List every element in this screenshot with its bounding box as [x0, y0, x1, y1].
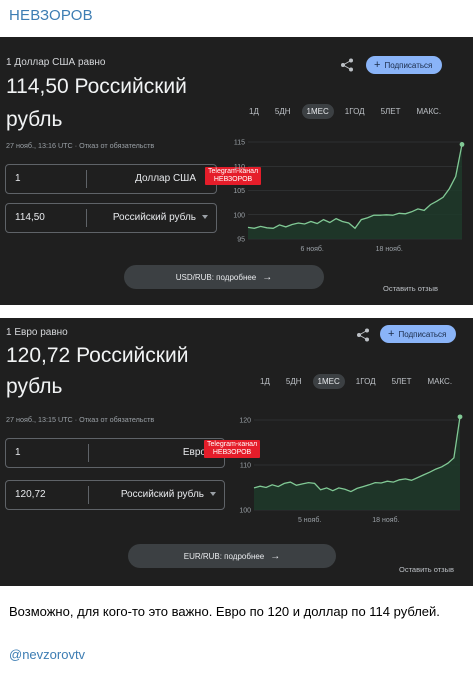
timestamp-disclaimer: 27 нояб., 13:15 UTC · Отказ от обязатель… — [6, 415, 155, 424]
details-label: EUR/RUB: подробнее — [183, 551, 265, 561]
current-point — [457, 414, 463, 420]
chart-svg: 95 100 105 110 115 6 нояб. 18 нояб. — [233, 140, 465, 253]
tab-range-1m[interactable]: 1МЕС — [301, 104, 334, 119]
converted-value-line2: рубль — [6, 108, 63, 131]
y-tick-label: 105 — [233, 188, 245, 195]
chart-svg: 100 110 120 5 нояб. 18 нояб. — [239, 414, 463, 524]
current-point — [459, 142, 465, 147]
tab-range-1d[interactable]: 1Д — [255, 374, 275, 389]
amount-input[interactable]: 1 — [15, 173, 21, 184]
result-input-row[interactable]: 120,72 Российский рубль — [5, 480, 225, 510]
x-tick-label: 18 нояб. — [372, 516, 399, 524]
series-area — [254, 416, 460, 510]
arrow-right-icon: → — [270, 550, 281, 562]
channel-handle-link[interactable]: @nevzorovtv — [9, 647, 85, 662]
converted-value-line2: рубль — [6, 375, 63, 398]
x-tick-label: 5 нояб. — [298, 516, 321, 524]
currency-select[interactable]: Российский рубль — [113, 212, 196, 223]
price-chart[interactable]: 100 110 120 5 нояб. 18 нояб. — [234, 410, 466, 530]
tab-range-1y[interactable]: 1ГОД — [340, 104, 370, 119]
chevron-down-icon[interactable] — [210, 492, 216, 496]
arrow-right-icon: → — [262, 271, 273, 283]
y-tick-label: 100 — [239, 508, 251, 515]
plus-icon: + — [374, 58, 381, 71]
details-button[interactable]: USD/RUB: подробнее → — [124, 265, 324, 289]
field-divider — [86, 170, 87, 188]
plus-icon: + — [388, 327, 395, 340]
price-chart[interactable]: 95 100 105 110 115 6 нояб. 18 нояб. — [228, 134, 468, 259]
post-text: Возможно, для кого-то это важно. Евро по… — [9, 604, 440, 619]
subscribe-label: Подписаться — [384, 60, 433, 70]
field-divider — [86, 209, 87, 227]
currency-select[interactable]: Российский рубль — [121, 489, 204, 500]
subscribe-button[interactable]: + Подписаться — [380, 325, 457, 343]
tab-range-5d[interactable]: 5ДН — [270, 104, 296, 119]
y-tick-label: 110 — [234, 164, 245, 171]
tab-range-5y[interactable]: 5ЛЕТ — [387, 374, 417, 389]
tab-range-1d[interactable]: 1Д — [244, 104, 264, 119]
equals-label: 1 Доллар США равно — [6, 57, 106, 68]
field-divider — [88, 486, 89, 504]
field-divider — [88, 444, 89, 462]
y-tick-label: 110 — [240, 463, 251, 470]
tab-range-max[interactable]: МАКС. — [422, 374, 457, 389]
result-input[interactable]: 114,50 — [15, 212, 45, 223]
subscribe-label: Подписаться — [398, 329, 447, 339]
share-icon[interactable] — [356, 328, 370, 342]
tab-range-1m[interactable]: 1МЕС — [312, 374, 345, 389]
feedback-link[interactable]: Оставить отзыв — [383, 284, 438, 293]
result-input[interactable]: 120,72 — [15, 489, 46, 500]
tab-range-5d[interactable]: 5ДН — [281, 374, 307, 389]
converted-value-line1: 120,72 Российский — [6, 344, 189, 367]
y-tick-label: 120 — [239, 418, 251, 425]
feedback-link[interactable]: Оставить отзыв — [399, 565, 454, 574]
result-input-row[interactable]: 114,50 Российский рубль — [5, 203, 217, 233]
y-tick-label: 115 — [234, 140, 245, 147]
equals-label: 1 Евро равно — [6, 327, 68, 338]
x-tick-label: 18 нояб. — [376, 245, 403, 253]
range-tabs: 1Д 5ДН 1МЕС 1ГОД 5ЛЕТ МАКС. — [244, 104, 452, 119]
y-tick-label: 100 — [233, 212, 245, 219]
currency-card-eur: 1 Евро равно 120,72 Российский рубль 27 … — [0, 318, 473, 586]
tab-range-1y[interactable]: 1ГОД — [351, 374, 381, 389]
currency-select[interactable]: Доллар США — [135, 173, 196, 184]
amount-input[interactable]: 1 — [15, 447, 21, 458]
share-icon[interactable] — [340, 58, 354, 72]
details-label: USD/RUB: подробнее — [175, 272, 257, 282]
y-tick-label: 95 — [237, 237, 245, 244]
amount-input-row[interactable]: 1 Доллар США — [5, 164, 217, 194]
timestamp-disclaimer: 27 нояб., 13:16 UTC · Отказ от обязатель… — [6, 141, 155, 150]
channel-name[interactable]: НЕВЗОРОВ — [9, 7, 93, 24]
amount-input-row[interactable]: 1 Евро — [5, 438, 225, 468]
currency-card-usd: 1 Доллар США равно 114,50 Российский руб… — [0, 37, 473, 305]
currency-select[interactable]: Евро — [183, 447, 206, 458]
converted-value-line1: 114,50 Российский — [6, 75, 187, 98]
tab-range-5y[interactable]: 5ЛЕТ — [376, 104, 406, 119]
x-tick-label: 6 нояб. — [301, 245, 324, 253]
tab-range-max[interactable]: МАКС. — [411, 104, 446, 119]
subscribe-button[interactable]: + Подписаться — [366, 56, 443, 74]
details-button[interactable]: EUR/RUB: подробнее → — [128, 544, 336, 568]
range-tabs: 1Д 5ДН 1МЕС 1ГОД 5ЛЕТ МАКС. — [255, 374, 463, 389]
chevron-down-icon[interactable] — [202, 215, 208, 219]
